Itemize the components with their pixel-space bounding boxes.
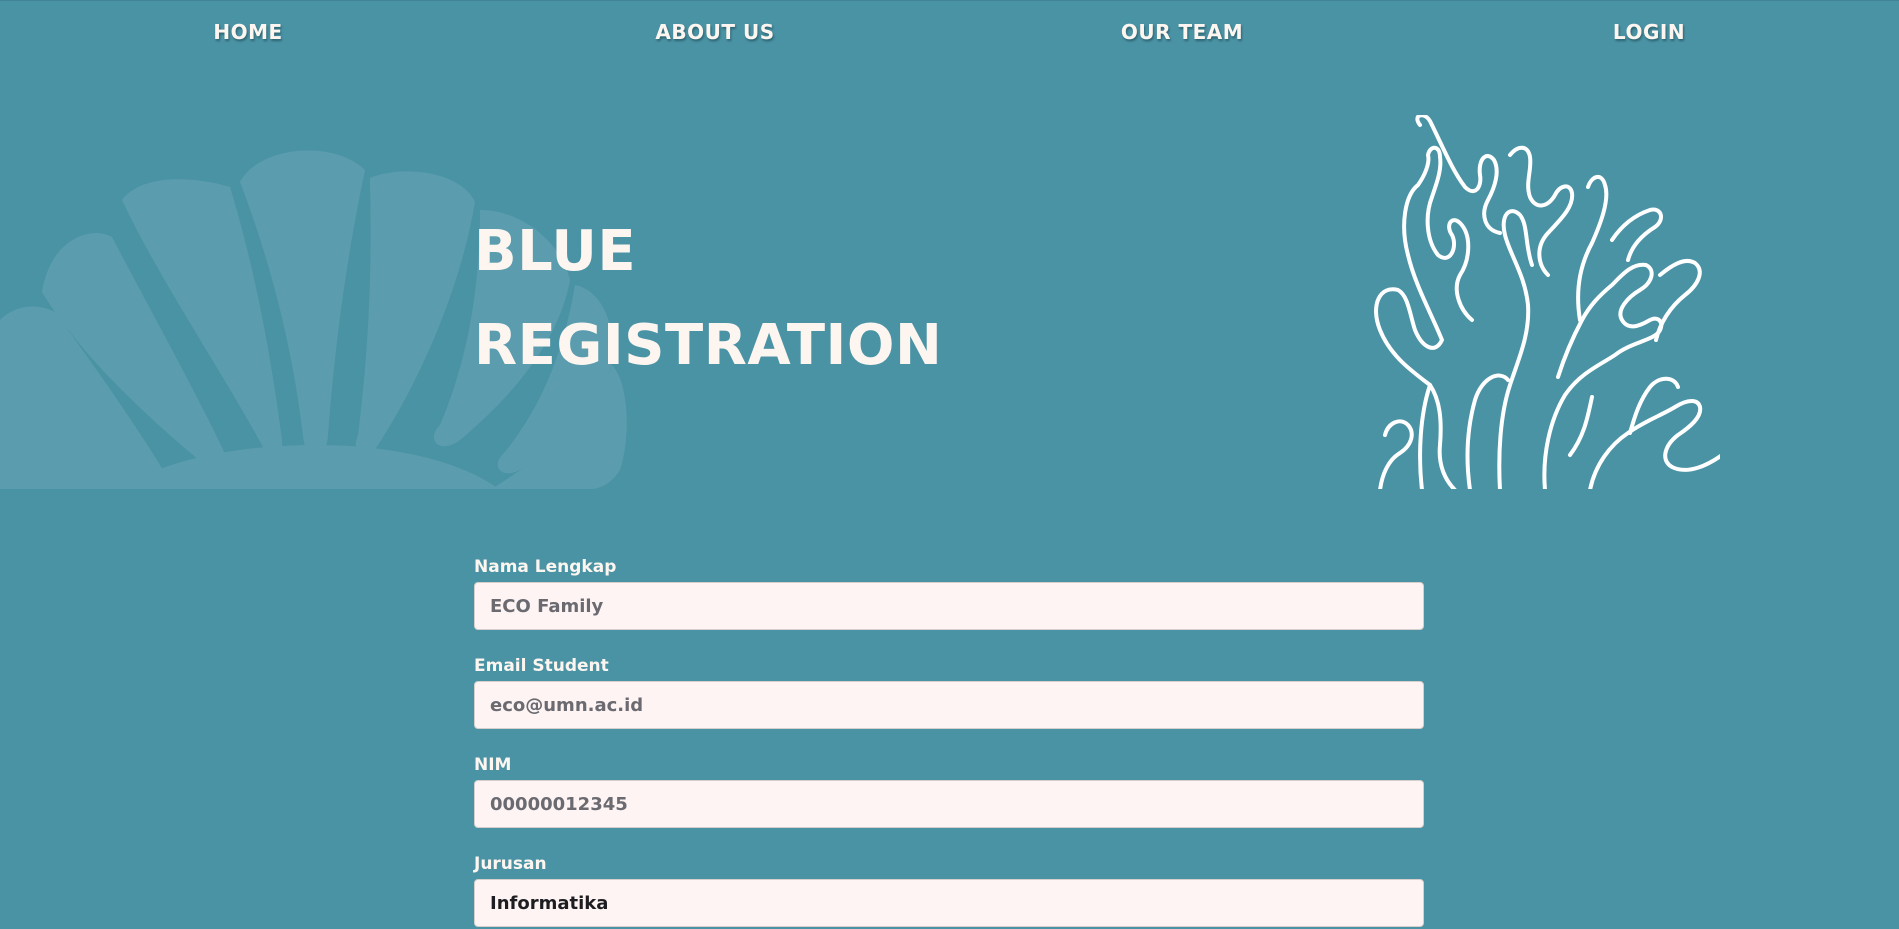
field-nama-lengkap: Nama Lengkap	[474, 554, 1424, 653]
field-jurusan: Jurusan	[474, 851, 1424, 929]
field-email-student: Email Student	[474, 653, 1424, 752]
nama-lengkap-label: Nama Lengkap	[474, 557, 617, 577]
nim-label: NIM	[474, 755, 512, 775]
nama-lengkap-input[interactable]	[474, 582, 1424, 630]
coral-icon	[1374, 115, 1720, 489]
page-title: BLUE REGISTRATION	[474, 205, 942, 393]
email-student-input[interactable]	[474, 681, 1424, 729]
jurusan-input[interactable]	[474, 879, 1424, 927]
jurusan-label: Jurusan	[474, 854, 547, 874]
title-line-1: BLUE	[474, 219, 637, 284]
title-line-2: REGISTRATION	[474, 313, 943, 378]
registration-form: Nama Lengkap Email Student NIM Jurusan	[474, 554, 1424, 929]
email-student-label: Email Student	[474, 656, 609, 676]
hero-section: BLUE REGISTRATION	[0, 0, 1899, 489]
registration-page: HOME ABOUT US OUR TEAM LOGIN BLUE REGIST…	[0, 0, 1899, 929]
field-nim: NIM	[474, 752, 1424, 851]
nim-input[interactable]	[474, 780, 1424, 828]
